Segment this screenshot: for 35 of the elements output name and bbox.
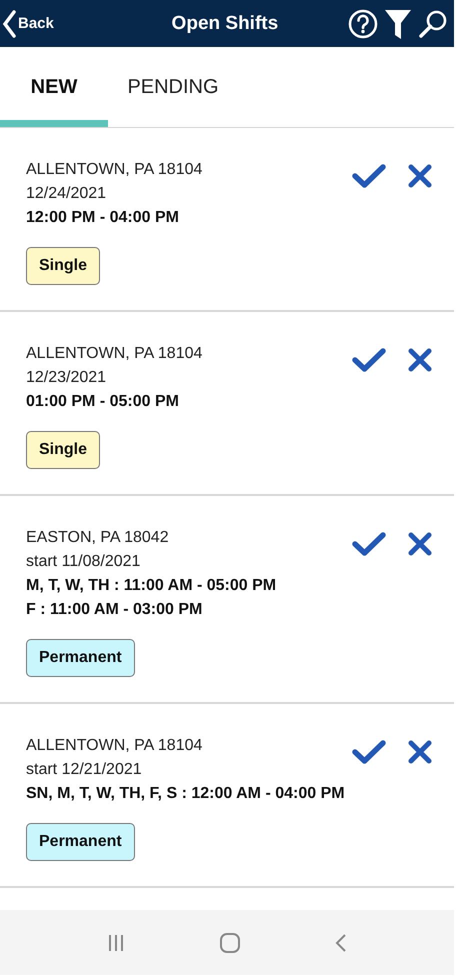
back-button[interactable]: Back: [0, 10, 54, 38]
shift-hours: 01:00 PM - 05:00 PM: [26, 392, 179, 412]
home-icon[interactable]: [218, 932, 241, 954]
decline-x-icon[interactable]: [408, 348, 432, 372]
accept-check-icon[interactable]: [352, 739, 386, 765]
tab[interactable]: PENDING: [108, 47, 238, 127]
shift-type-tag: Permanent: [26, 823, 135, 861]
filter-icon[interactable]: [384, 8, 412, 40]
decline-x-icon[interactable]: [408, 740, 432, 764]
shift-type-tag: Single: [26, 247, 100, 285]
accept-check-icon[interactable]: [352, 347, 386, 373]
shift-type-tag: Single: [26, 431, 100, 469]
decline-x-icon[interactable]: [408, 532, 432, 556]
shift-hours: M, T, W, TH : 11:00 AM - 05:00 PM: [26, 576, 276, 596]
back-nav-icon[interactable]: [334, 932, 348, 952]
decline-x-icon[interactable]: [408, 164, 432, 188]
shift-location: ALLENTOWN, PA 18104: [26, 160, 202, 180]
accept-check-icon[interactable]: [352, 531, 386, 557]
shift-location: ALLENTOWN, PA 18104: [26, 344, 202, 364]
help-icon[interactable]: [348, 8, 378, 38]
tab[interactable]: NEW: [0, 47, 108, 127]
accept-check-icon[interactable]: [352, 163, 386, 189]
shift-date: start 12/21/2021: [26, 760, 142, 780]
shift-location: EASTON, PA 18042: [26, 528, 169, 548]
search-icon[interactable]: [418, 8, 448, 38]
shift-date: 12/23/2021: [26, 368, 106, 388]
shift-hours: 12:00 PM - 04:00 PM: [26, 208, 179, 228]
chevron-left-icon: [2, 10, 16, 38]
shift-type-tag: Permanent: [26, 639, 135, 677]
shift-date: start 11/08/2021: [26, 552, 140, 572]
shift-location: ALLENTOWN, PA 18104: [26, 736, 202, 756]
shift-date: 12/24/2021: [26, 184, 106, 204]
shift-hours: SN, M, T, W, TH, F, S : 12:00 AM - 04:00 PM: [26, 784, 345, 804]
screen-title: Open Shifts: [172, 12, 278, 34]
shift-hours: F : 11:00 AM - 03:00 PM: [26, 600, 202, 620]
